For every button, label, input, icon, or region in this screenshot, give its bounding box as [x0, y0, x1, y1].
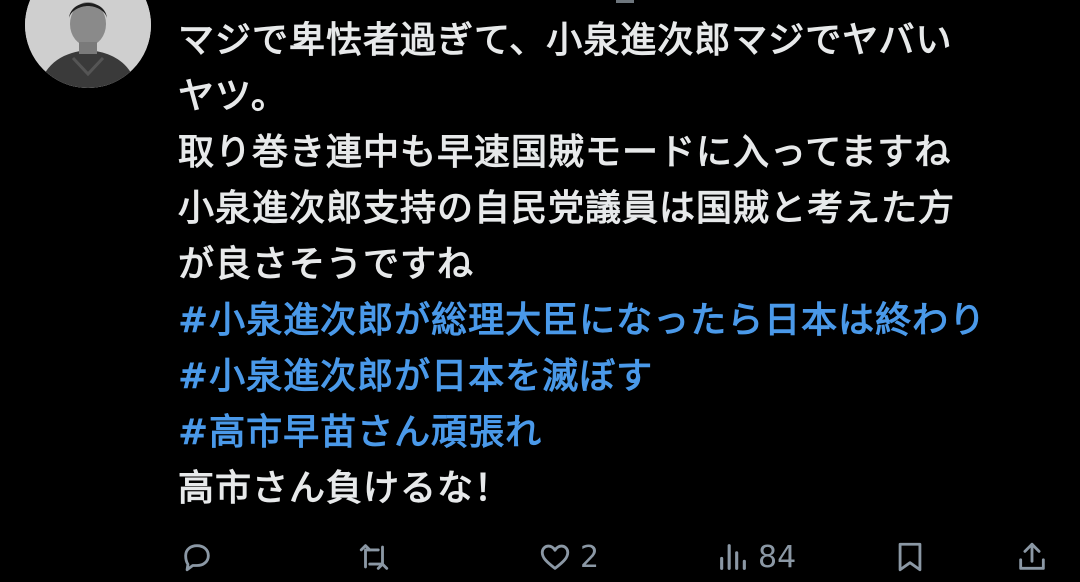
- tweet-line: 高市さん負けるな！: [178, 468, 512, 509]
- reply-button[interactable]: [180, 533, 214, 581]
- retweet-icon: [359, 544, 389, 570]
- reply-icon: [184, 544, 210, 572]
- avatar[interactable]: [25, 0, 151, 88]
- tweet-line: が良さそうですね: [178, 244, 475, 285]
- like-button[interactable]: 2: [538, 533, 599, 581]
- tweet-text: マジで卑怯者過ぎて、小泉進次郎マジでヤバい ヤツ。 取り巻き連中も早速国賊モード…: [178, 13, 1068, 517]
- avatar-portrait: [25, 0, 151, 88]
- bookmark-button[interactable]: [893, 533, 927, 581]
- views-count: 84: [758, 539, 797, 575]
- heart-icon: [540, 544, 570, 570]
- hashtag-link[interactable]: #高市早苗さん頑張れ: [178, 405, 1068, 461]
- views-button[interactable]: 84: [716, 533, 796, 581]
- action-bar: 2 84: [0, 533, 1080, 581]
- tweet-line: ヤツ。: [178, 76, 288, 117]
- share-icon: [1019, 542, 1045, 570]
- top-divider-mark: [616, 0, 634, 3]
- bookmark-icon: [898, 542, 922, 572]
- hashtag-link[interactable]: #小泉進次郎が総理大臣になったら日本は終わり: [178, 293, 1068, 349]
- views-chart-icon: [720, 544, 746, 570]
- tweet-line: 小泉進次郎支持の自民党議員は国賊と考えた方: [178, 188, 956, 229]
- retweet-button[interactable]: [357, 533, 391, 581]
- tweet-line: マジで卑怯者過ぎて、小泉進次郎マジでヤバい: [178, 20, 953, 61]
- like-count: 2: [580, 539, 600, 575]
- hashtag-link[interactable]: #小泉進次郎が日本を滅ぼす: [178, 349, 1068, 405]
- share-button[interactable]: [1015, 533, 1049, 581]
- tweet-line: 取り巻き連中も早速国賊モードに入ってますね: [178, 132, 952, 173]
